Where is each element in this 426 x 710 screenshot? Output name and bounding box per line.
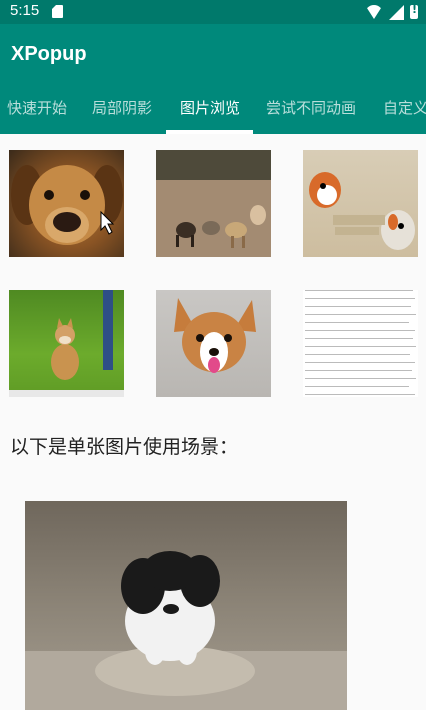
sd-card-icon bbox=[52, 5, 63, 18]
status-bar: 5:15 bbox=[0, 0, 426, 24]
battery-alert-icon bbox=[410, 3, 418, 19]
thumbnail-shiba-grass[interactable] bbox=[9, 290, 124, 397]
single-image-puppy[interactable] bbox=[25, 501, 347, 710]
tab-custom[interactable]: 自定义 bbox=[383, 82, 426, 134]
thumbnail-dogs-walking[interactable] bbox=[156, 150, 271, 257]
app-title: XPopup bbox=[11, 43, 87, 65]
thumbnail-corgi-puppy[interactable] bbox=[156, 290, 271, 397]
tab-partial-shadow[interactable]: 局部阴影 bbox=[92, 82, 152, 134]
tab-bar: 快速开始 局部阴影 图片浏览 尝试不同动画 自定义 bbox=[0, 82, 426, 134]
cartoon-dogs-image bbox=[309, 172, 415, 250]
text-image bbox=[305, 290, 416, 395]
thumbnail-golden-puppy[interactable] bbox=[9, 150, 124, 257]
section-label: 以下是单张图片使用场景： bbox=[10, 436, 239, 458]
tab-animations[interactable]: 尝试不同动画 bbox=[266, 82, 356, 134]
thumbnail-text-image[interactable] bbox=[303, 290, 418, 397]
status-time: 5:15 bbox=[10, 2, 40, 19]
signal-icon bbox=[389, 4, 404, 20]
tab-indicator bbox=[166, 130, 253, 134]
tab-quick-start[interactable]: 快速开始 bbox=[7, 82, 67, 134]
thumbnail-cartoon-dogs[interactable] bbox=[303, 150, 418, 257]
corgi-puppy-image bbox=[174, 298, 256, 373]
status-icons bbox=[365, 3, 418, 21]
dogs-walking-image bbox=[156, 150, 271, 257]
golden-puppy-image bbox=[11, 165, 123, 245]
tab-image-viewer[interactable]: 图片浏览 bbox=[180, 82, 240, 134]
app-bar: XPopup bbox=[0, 24, 426, 82]
black-white-puppy-image bbox=[25, 551, 347, 710]
shiba-grass-image bbox=[9, 290, 124, 397]
wifi-icon bbox=[365, 5, 383, 19]
